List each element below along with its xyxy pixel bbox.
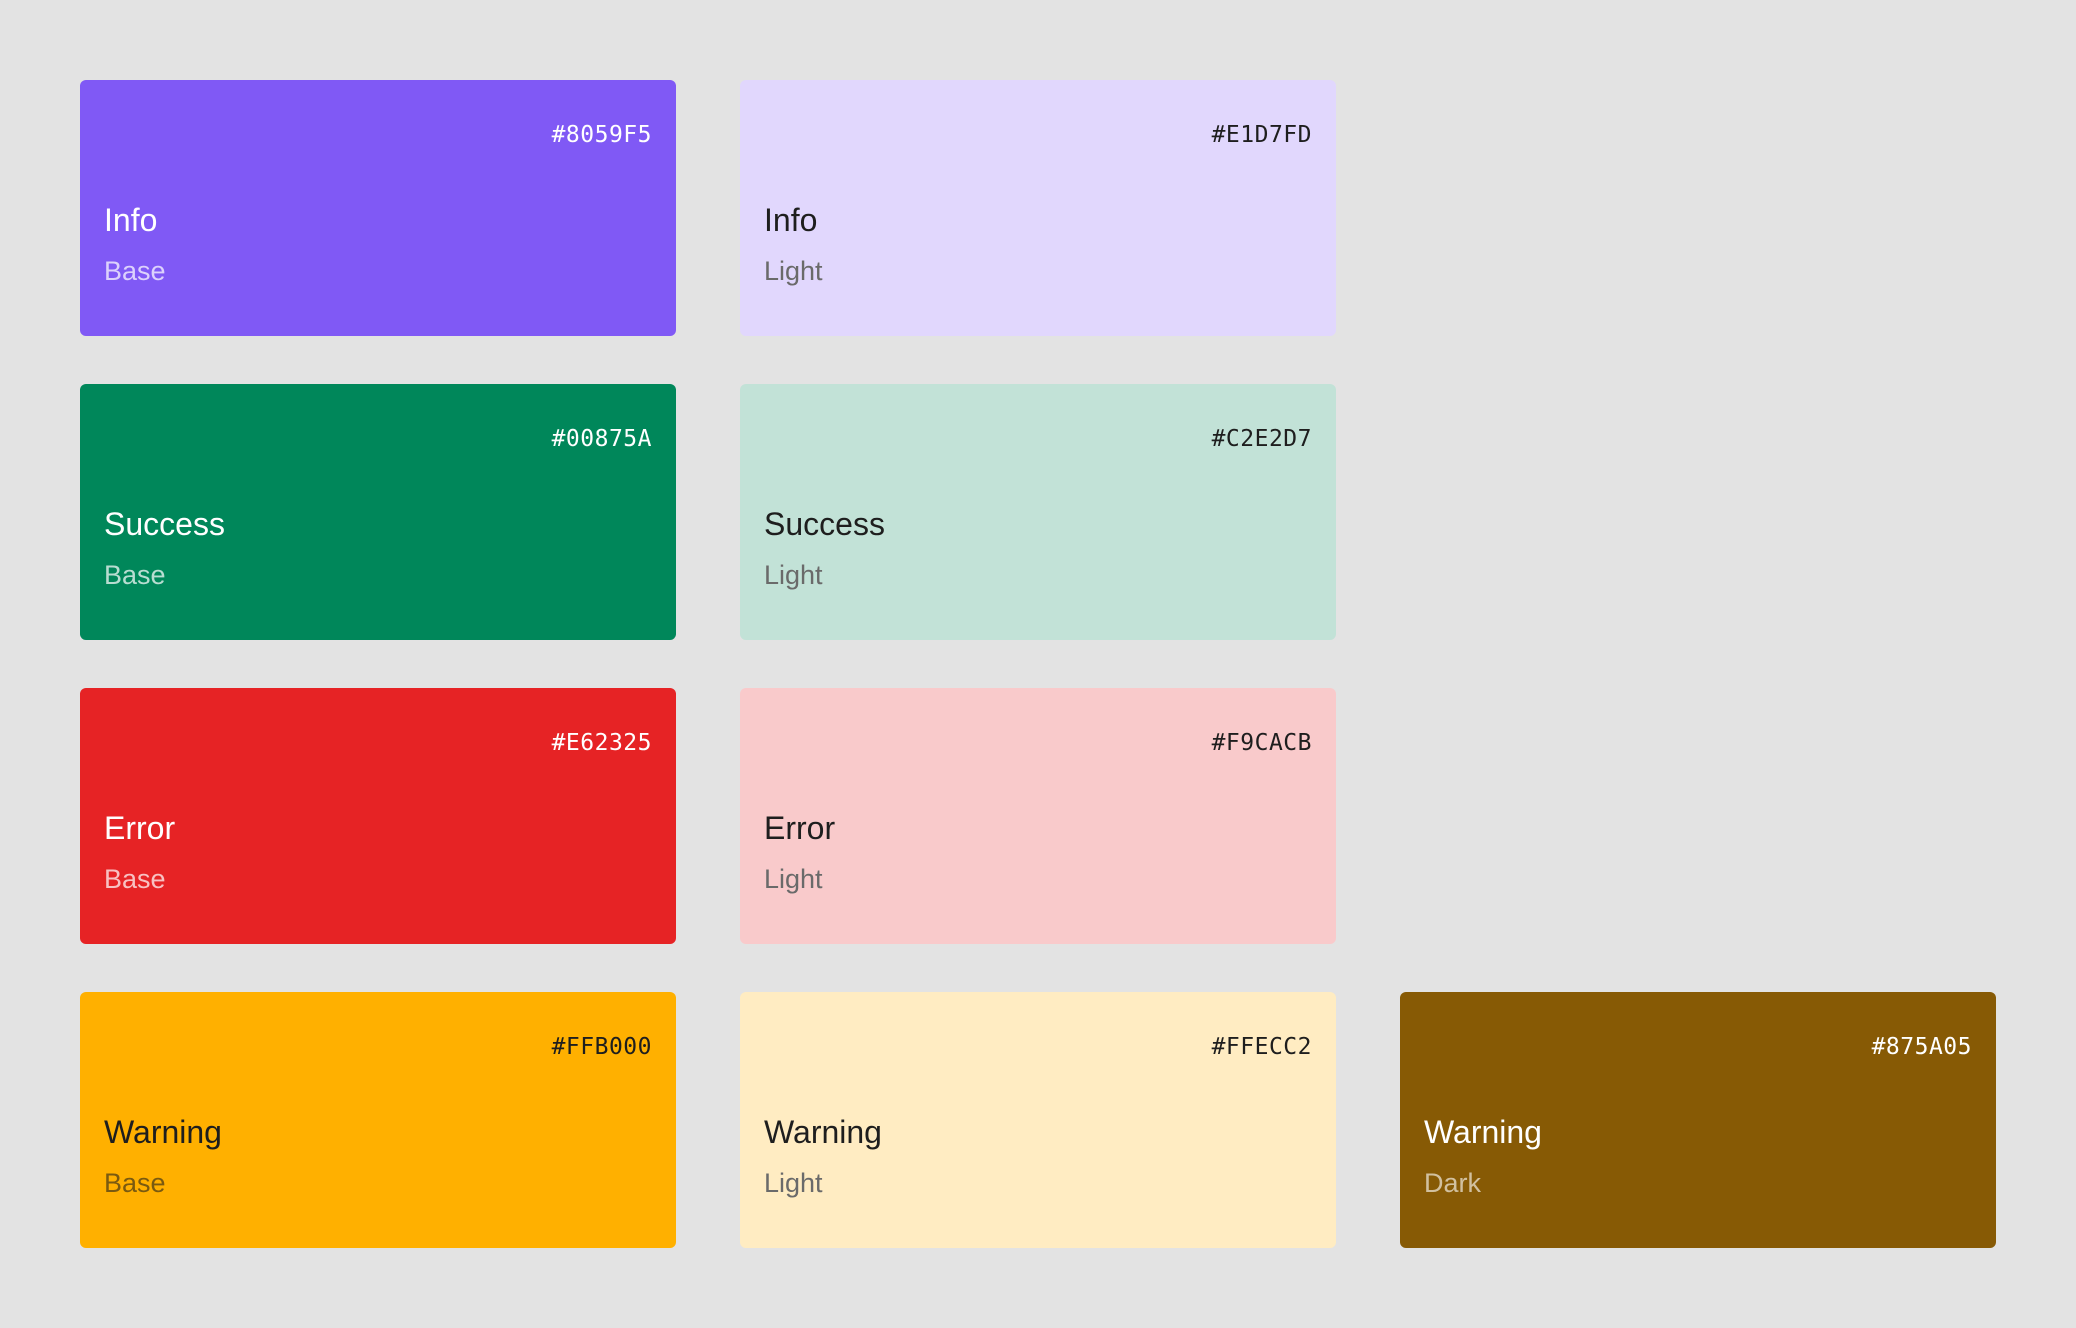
color-swatch-grid: #8059F5 Info Base #E1D7FD Info Light #00… bbox=[80, 80, 1996, 1248]
swatch-variant: Light bbox=[764, 864, 823, 894]
swatch-hex-code: #C2E2D7 bbox=[1211, 426, 1312, 452]
swatch-info-light[interactable]: #E1D7FD Info Light bbox=[740, 80, 1336, 336]
swatch-name: Warning bbox=[104, 1114, 222, 1150]
swatch-variant: Light bbox=[764, 1168, 823, 1198]
swatch-name: Warning bbox=[764, 1114, 882, 1150]
swatch-variant: Base bbox=[104, 560, 166, 590]
swatch-warning-base[interactable]: #FFB000 Warning Base bbox=[80, 992, 676, 1248]
swatch-name: Error bbox=[764, 810, 836, 846]
swatch-name: Error bbox=[104, 810, 176, 846]
swatch-hex-code: #00875A bbox=[551, 426, 652, 452]
swatch-hex-code: #8059F5 bbox=[551, 122, 652, 148]
swatch-name: Warning bbox=[1424, 1114, 1542, 1150]
swatch-variant: Light bbox=[764, 560, 823, 590]
swatch-error-light[interactable]: #F9CACB Error Light bbox=[740, 688, 1336, 944]
swatch-info-base[interactable]: #8059F5 Info Base bbox=[80, 80, 676, 336]
swatch-variant: Light bbox=[764, 256, 823, 286]
swatch-success-light[interactable]: #C2E2D7 Success Light bbox=[740, 384, 1336, 640]
swatch-warning-light[interactable]: #FFECC2 Warning Light bbox=[740, 992, 1336, 1248]
swatch-hex-code: #E62325 bbox=[551, 730, 652, 756]
swatch-variant: Base bbox=[104, 1168, 166, 1198]
swatch-success-base[interactable]: #00875A Success Base bbox=[80, 384, 676, 640]
swatch-warning-dark[interactable]: #875A05 Warning Dark bbox=[1400, 992, 1996, 1248]
swatch-hex-code: #E1D7FD bbox=[1211, 122, 1312, 148]
swatch-hex-code: #FFECC2 bbox=[1211, 1034, 1312, 1060]
swatch-variant: Base bbox=[104, 864, 166, 894]
swatch-name: Success bbox=[104, 506, 225, 542]
swatch-name: Info bbox=[764, 202, 818, 238]
swatch-error-base[interactable]: #E62325 Error Base bbox=[80, 688, 676, 944]
swatch-name: Info bbox=[104, 202, 158, 238]
swatch-name: Success bbox=[764, 506, 885, 542]
swatch-variant: Dark bbox=[1424, 1168, 1482, 1198]
swatch-variant: Base bbox=[104, 256, 166, 286]
swatch-hex-code: #F9CACB bbox=[1211, 730, 1312, 756]
swatch-hex-code: #FFB000 bbox=[551, 1034, 652, 1060]
swatch-hex-code: #875A05 bbox=[1871, 1034, 1972, 1060]
